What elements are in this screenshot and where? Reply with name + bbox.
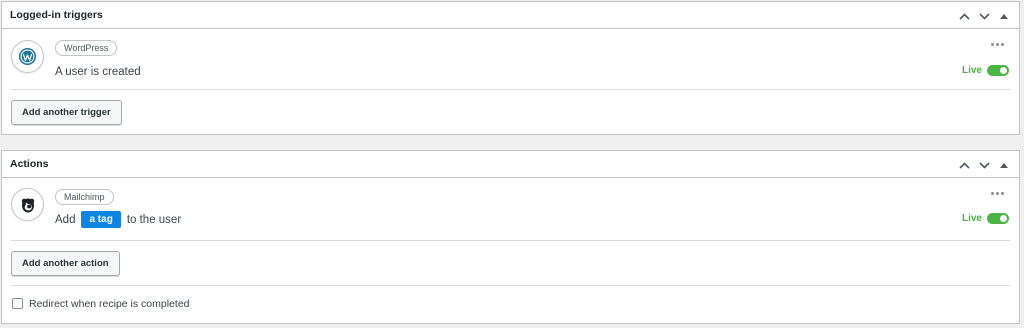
actions-panel: Actions Mailchimp Add a tag to the user … [1, 150, 1020, 324]
integration-pill: WordPress [55, 40, 118, 56]
live-label: Live [961, 213, 982, 224]
move-down-icon[interactable] [977, 9, 991, 23]
actions-panel-controls [957, 156, 1011, 174]
triggers-panel: Logged-in triggers WordPress A user is c… [1, 1, 1020, 135]
triggers-panel-header: Logged-in triggers [2, 2, 1019, 29]
action-sentence-before: Add [55, 213, 76, 226]
collapse-toggle-icon[interactable] [997, 9, 1011, 23]
actions-panel-header: Actions [2, 151, 1019, 178]
triggers-panel-controls [957, 7, 1011, 25]
live-label: Live [961, 65, 982, 76]
trigger-item: WordPress A user is created Live [11, 38, 1010, 90]
mailchimp-logo-icon [11, 188, 44, 221]
more-options-icon[interactable] [991, 41, 1005, 47]
redirect-option: Redirect when recipe is completed [11, 285, 1010, 321]
trigger-sentence-text: A user is created [55, 65, 141, 78]
redirect-label[interactable]: Redirect when recipe is completed [29, 298, 190, 310]
triggers-panel-title: Logged-in triggers [10, 9, 103, 21]
live-toggle[interactable] [987, 65, 1009, 76]
add-action-button[interactable]: Add another action [11, 251, 120, 276]
redirect-checkbox[interactable] [12, 298, 23, 309]
action-item: Mailchimp Add a tag to the user Live [11, 186, 1010, 241]
move-up-icon[interactable] [957, 9, 971, 23]
move-up-icon[interactable] [957, 158, 971, 172]
action-sentence-after: to the user [126, 213, 182, 226]
live-toggle[interactable] [987, 213, 1009, 224]
tag-token[interactable]: a tag [81, 211, 121, 228]
wordpress-logo-icon [11, 40, 44, 73]
move-down-icon[interactable] [977, 158, 991, 172]
more-options-icon[interactable] [991, 190, 1005, 196]
collapse-toggle-icon[interactable] [997, 158, 1011, 172]
integration-pill: Mailchimp [55, 189, 114, 205]
actions-panel-title: Actions [10, 158, 49, 170]
add-trigger-button[interactable]: Add another trigger [11, 100, 122, 125]
trigger-status: Live [962, 65, 1009, 76]
trigger-sentence[interactable]: A user is created [55, 63, 141, 80]
action-sentence[interactable]: Add a tag to the user [55, 210, 181, 229]
action-status: Live [962, 213, 1009, 224]
